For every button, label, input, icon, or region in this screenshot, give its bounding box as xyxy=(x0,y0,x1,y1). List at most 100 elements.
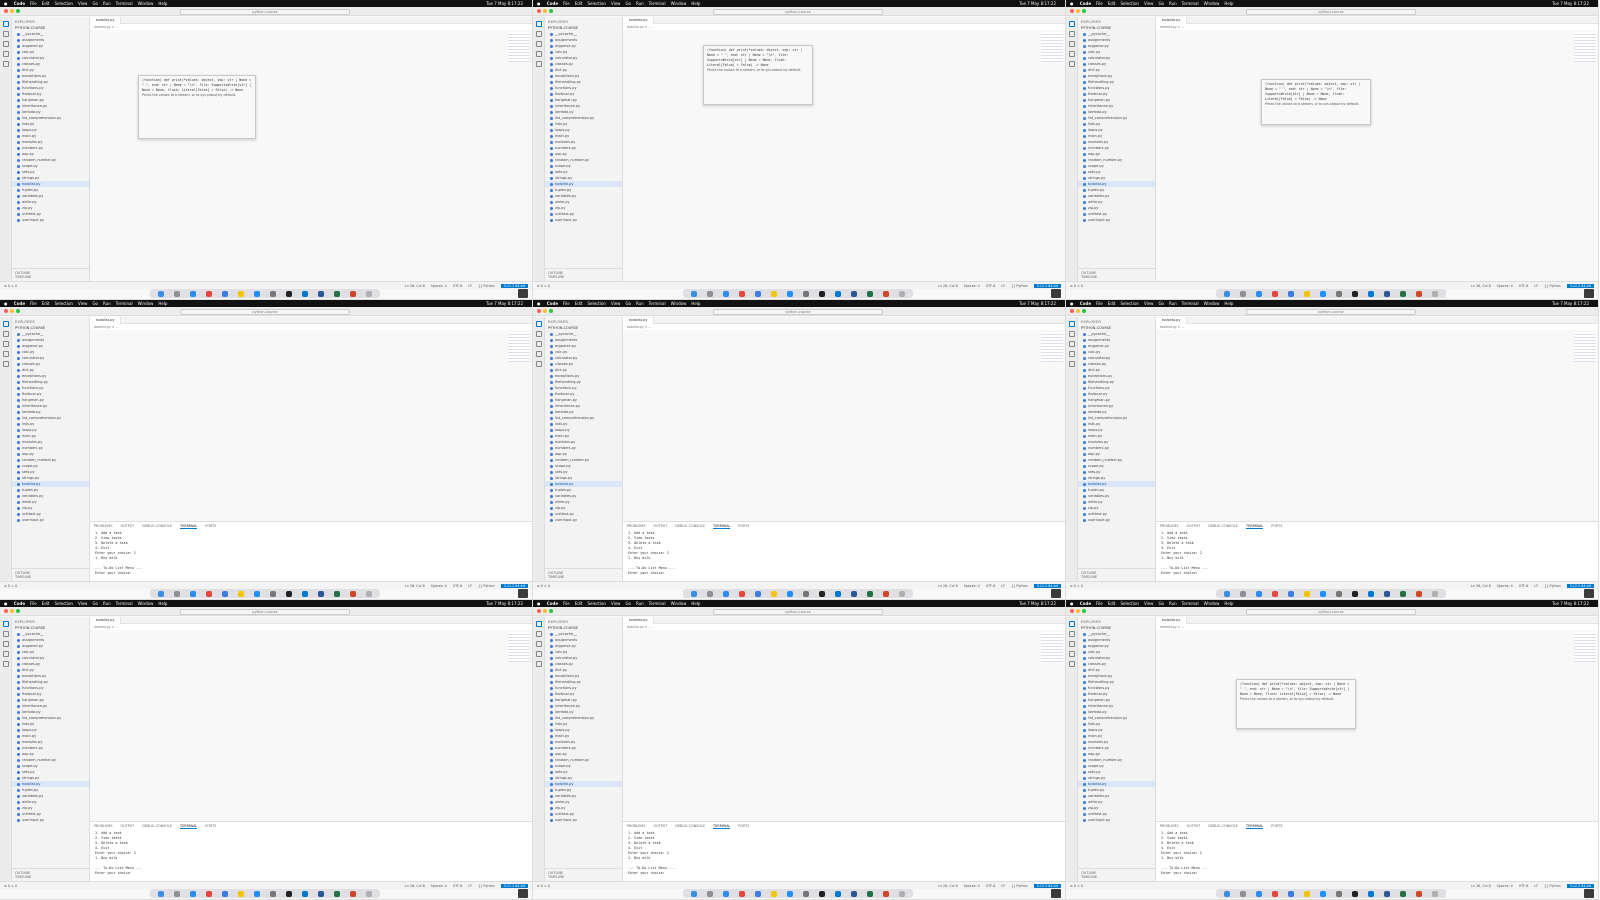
status-item[interactable]: 3.12.2 64-bit xyxy=(500,884,528,888)
search-icon[interactable] xyxy=(3,31,9,37)
breadcrumb[interactable]: todolist.py > ... xyxy=(90,324,532,330)
menu-selection[interactable]: Selection xyxy=(55,301,73,306)
notes-icon[interactable] xyxy=(238,290,244,297)
explorer-icon[interactable] xyxy=(536,621,542,627)
explorer-icon[interactable] xyxy=(1069,21,1075,27)
menu-edit[interactable]: Edit xyxy=(42,1,50,6)
status-item[interactable]: {} Python xyxy=(1011,884,1028,888)
vscode-icon[interactable] xyxy=(835,890,841,897)
explorer-file[interactable]: userinput.py xyxy=(12,817,89,823)
menu-selection[interactable]: Selection xyxy=(55,601,73,606)
explorer-file[interactable]: userinput.py xyxy=(1078,217,1155,223)
launchpad-icon[interactable] xyxy=(707,590,713,597)
settings-icon[interactable] xyxy=(803,890,809,897)
powerpoint-icon[interactable] xyxy=(883,290,889,297)
menu-code[interactable]: Code xyxy=(14,301,25,306)
panel-tab-output[interactable]: OUTPUT xyxy=(121,824,135,828)
finder-icon[interactable] xyxy=(691,590,697,597)
menu-terminal[interactable]: Terminal xyxy=(1182,301,1199,306)
run-debug-icon[interactable] xyxy=(1069,651,1075,657)
search-icon[interactable] xyxy=(3,631,9,637)
menu-window[interactable]: Window xyxy=(138,301,154,306)
panel-tab-output[interactable]: OUTPUT xyxy=(654,524,668,528)
mail-icon[interactable] xyxy=(755,290,761,297)
panel-tab-output[interactable]: OUTPUT xyxy=(121,524,135,528)
menu-edit[interactable]: Edit xyxy=(575,1,583,6)
minimap[interactable] xyxy=(1574,332,1596,362)
terminal-icon[interactable] xyxy=(1352,590,1358,597)
appstore-icon[interactable] xyxy=(1320,590,1326,597)
vscode-icon[interactable] xyxy=(1368,590,1374,597)
finder-icon[interactable] xyxy=(158,590,164,597)
apple-menu-icon[interactable]: ● xyxy=(537,301,541,306)
minimap[interactable] xyxy=(1041,32,1063,62)
status-item[interactable]: LF xyxy=(468,584,472,588)
menu-view[interactable]: View xyxy=(611,301,621,306)
extensions-icon[interactable] xyxy=(536,61,542,67)
breadcrumb[interactable]: todolist.py > ... xyxy=(623,324,1065,330)
menu-terminal[interactable]: Terminal xyxy=(649,1,666,6)
source-control-icon[interactable] xyxy=(536,641,542,647)
menu-run[interactable]: Run xyxy=(1169,301,1177,306)
source-control-icon[interactable] xyxy=(536,341,542,347)
dock-folder-icon[interactable] xyxy=(1584,889,1594,898)
minimize-window-icon[interactable] xyxy=(543,609,547,613)
launchpad-icon[interactable] xyxy=(707,890,713,897)
minimize-window-icon[interactable] xyxy=(1076,609,1080,613)
menu-terminal[interactable]: Terminal xyxy=(649,601,666,606)
menu-file[interactable]: File xyxy=(30,601,37,606)
minimap[interactable] xyxy=(1574,632,1596,662)
menu-view[interactable]: View xyxy=(1144,301,1154,306)
status-item[interactable]: LF xyxy=(1001,884,1005,888)
safari-icon[interactable] xyxy=(723,590,729,597)
timeline-header[interactable]: TIMELINE xyxy=(15,275,86,279)
word-icon[interactable] xyxy=(851,290,857,297)
explorer-file[interactable]: userinput.py xyxy=(545,817,622,823)
command-center-search[interactable]: python-course xyxy=(713,8,883,15)
menu-selection[interactable]: Selection xyxy=(1121,301,1139,306)
extensions-icon[interactable] xyxy=(1069,61,1075,67)
finder-icon[interactable] xyxy=(158,290,164,297)
launchpad-icon[interactable] xyxy=(707,290,713,297)
status-item[interactable]: LF xyxy=(1534,584,1538,588)
timeline-header[interactable]: TIMELINE xyxy=(1081,575,1152,579)
safari-icon[interactable] xyxy=(190,290,196,297)
powerpoint-icon[interactable] xyxy=(350,890,356,897)
safari-icon[interactable] xyxy=(723,890,729,897)
status-item[interactable]: Spaces: 4 xyxy=(1497,584,1513,588)
word-icon[interactable] xyxy=(318,590,324,597)
menu-file[interactable]: File xyxy=(1096,301,1103,306)
menu-run[interactable]: Run xyxy=(636,601,644,606)
search-icon[interactable] xyxy=(536,31,542,37)
menu-run[interactable]: Run xyxy=(1169,1,1177,6)
explorer-file[interactable]: userinput.py xyxy=(545,217,622,223)
apple-menu-icon[interactable]: ● xyxy=(1070,1,1074,6)
trash-icon[interactable] xyxy=(1432,590,1438,597)
minimize-window-icon[interactable] xyxy=(543,9,547,13)
status-item[interactable]: UTF-8 xyxy=(453,584,463,588)
run-debug-icon[interactable] xyxy=(536,51,542,57)
notes-icon[interactable] xyxy=(771,290,777,297)
explorer-file[interactable]: userinput.py xyxy=(1078,817,1155,823)
menu-terminal[interactable]: Terminal xyxy=(116,301,133,306)
menu-view[interactable]: View xyxy=(78,601,88,606)
menu-go[interactable]: Go xyxy=(625,1,631,6)
menu-terminal[interactable]: Terminal xyxy=(116,1,133,6)
settings-icon[interactable] xyxy=(270,890,276,897)
minimize-window-icon[interactable] xyxy=(10,309,14,313)
panel-tab-terminal[interactable]: TERMINAL xyxy=(713,524,731,529)
appstore-icon[interactable] xyxy=(254,590,260,597)
close-window-icon[interactable] xyxy=(4,9,8,13)
status-item[interactable]: Ln 26, Col 8 xyxy=(938,584,958,588)
mail-icon[interactable] xyxy=(222,290,228,297)
explorer-icon[interactable] xyxy=(3,321,9,327)
chrome-icon[interactable] xyxy=(739,290,745,297)
excel-icon[interactable] xyxy=(334,890,340,897)
trash-icon[interactable] xyxy=(899,290,905,297)
menu-go[interactable]: Go xyxy=(1158,601,1164,606)
dock-folder-icon[interactable] xyxy=(1051,589,1061,598)
trash-icon[interactable] xyxy=(899,890,905,897)
close-window-icon[interactable] xyxy=(1070,609,1074,613)
chrome-icon[interactable] xyxy=(1272,890,1278,897)
status-item[interactable]: {} Python xyxy=(1544,284,1561,288)
